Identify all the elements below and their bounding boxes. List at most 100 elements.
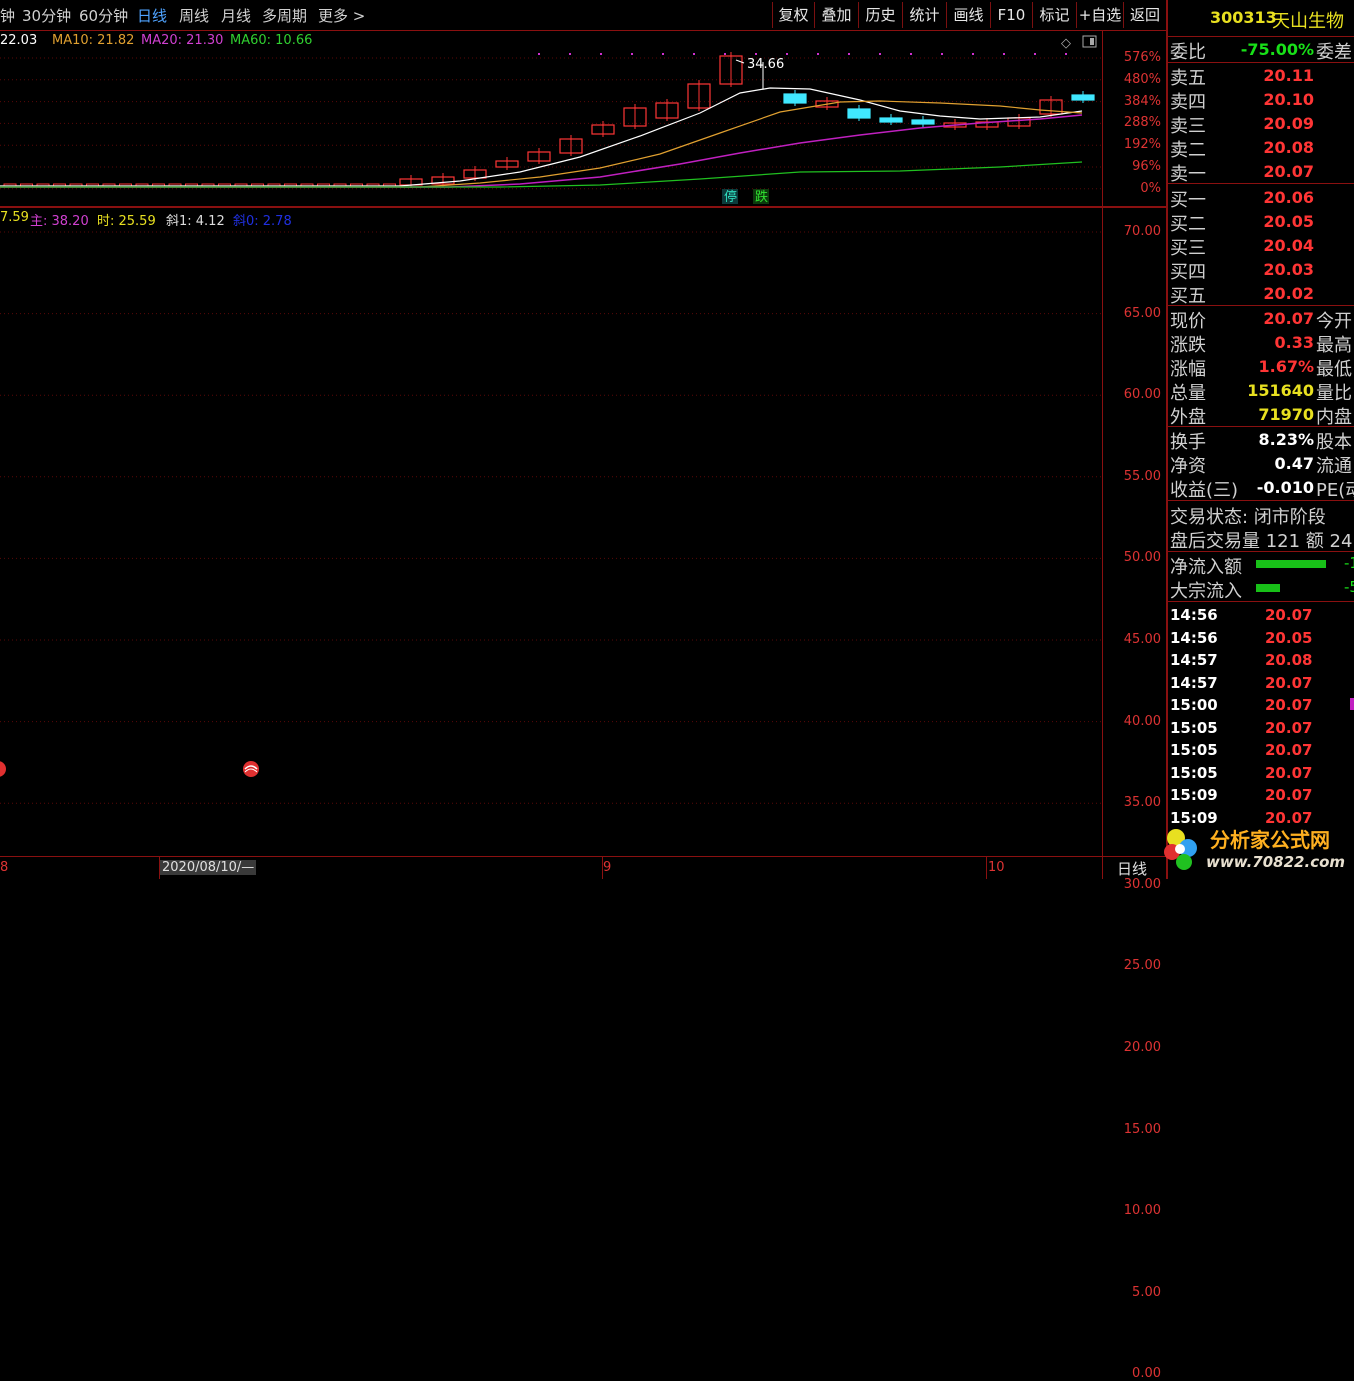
stat-row-value: 0.33 bbox=[1274, 333, 1314, 352]
add-watchlist-button[interactable]: +自选 bbox=[1076, 2, 1123, 28]
sell-level-5-label: 卖五 bbox=[1170, 68, 1206, 89]
weibi-label: 委比 bbox=[1170, 42, 1206, 63]
top-dot bbox=[755, 53, 757, 55]
indicator-axis-label: 5.00 bbox=[1132, 1284, 1161, 1300]
indicator-axis-label: 60.00 bbox=[1123, 387, 1161, 403]
stat-row-value: 20.07 bbox=[1263, 309, 1314, 328]
net-inflow-row: 净流入额 -1 bbox=[1170, 553, 1354, 578]
buy-level-1-label: 买一 bbox=[1170, 190, 1206, 211]
top-dot bbox=[724, 53, 726, 55]
block-inflow-label: 大宗流入 bbox=[1170, 581, 1242, 602]
price-axis[interactable]: 576% 480% 384% 288% 192% 96% 0% 70.00 65.00 60.0… bbox=[1102, 31, 1167, 1381]
tick-row: 14:56 20.07 bbox=[1170, 606, 1354, 628]
period-tab-weekly[interactable]: 周线 bbox=[179, 5, 209, 26]
fund-row: 净资 0.47 流通 bbox=[1170, 452, 1354, 477]
divider bbox=[1168, 183, 1354, 184]
trade-status: 交易状态: 闭市阶段 bbox=[1170, 503, 1354, 528]
site-watermark: 分析家公式网 www.70822.com bbox=[1158, 818, 1354, 879]
fund-row-value: -0.010 bbox=[1256, 478, 1314, 497]
period-tab-30min[interactable]: 30分钟 bbox=[22, 5, 71, 26]
top-dot bbox=[1003, 53, 1005, 55]
stats-button[interactable]: 统计 bbox=[902, 2, 946, 28]
period-tab-60min[interactable]: 60分钟 bbox=[79, 5, 128, 26]
ma60-line bbox=[0, 161, 1083, 188]
tick-price: 20.07 bbox=[1265, 696, 1313, 714]
kline-pane[interactable]: 22.03 MA10: 21.82 MA20: 21.30 MA60: 10.6… bbox=[0, 31, 1102, 206]
tick-time: 15:05 bbox=[1170, 763, 1218, 782]
indicator-axis-label: 35.00 bbox=[1123, 795, 1161, 811]
date-axis: 8 2020/08/10/— 9 10 日线 bbox=[0, 856, 1166, 880]
tick-price: 20.07 bbox=[1265, 741, 1313, 759]
sell-level-3-label: 卖三 bbox=[1170, 116, 1206, 137]
kline-axis-label: 0% bbox=[1140, 180, 1161, 196]
indicator-axis-label: 55.00 bbox=[1123, 468, 1161, 484]
f10-button[interactable]: F10 bbox=[990, 2, 1032, 28]
period-tab-more[interactable]: 更多 > bbox=[318, 5, 365, 26]
period-tab-minute[interactable]: 钟 bbox=[0, 5, 15, 26]
sell-level-2-label: 卖二 bbox=[1170, 140, 1206, 161]
sell-level-5: 卖五 20.11 bbox=[1170, 64, 1354, 89]
top-dot bbox=[693, 53, 695, 55]
kline-axis-label: 480% bbox=[1123, 71, 1161, 87]
date-tick bbox=[602, 857, 603, 879]
sell-level-3-value: 20.09 bbox=[1263, 114, 1314, 133]
sell-level-1-value: 20.07 bbox=[1263, 162, 1314, 181]
block-inflow-row: 大宗流入 -5 bbox=[1170, 577, 1354, 602]
top-dot bbox=[662, 53, 664, 55]
indicator-pane[interactable]: 7.59 主: 38.20 时: 25.59 斜1: 4.12 斜0: 2.78 bbox=[0, 208, 1102, 856]
panel-toggle-icon[interactable] bbox=[1082, 35, 1097, 48]
stat-row: 总量 151640 量比 bbox=[1170, 379, 1354, 404]
period-tab-monthly[interactable]: 月线 bbox=[221, 5, 251, 26]
overlay-button[interactable]: 叠加 bbox=[814, 2, 858, 28]
stat-row-value: 151640 bbox=[1247, 381, 1314, 400]
indicator-axis-label: 20.00 bbox=[1123, 1040, 1161, 1055]
draw-line-button[interactable]: 画线 bbox=[946, 2, 990, 28]
scroll-marker[interactable] bbox=[1350, 698, 1354, 710]
buy-level-5-value: 20.02 bbox=[1263, 284, 1314, 303]
period-tab-multi[interactable]: 多周期 bbox=[262, 5, 307, 26]
indicator-axis-label: 25.00 bbox=[1123, 958, 1161, 974]
buy-level-3-value: 20.04 bbox=[1263, 236, 1314, 255]
top-dot bbox=[879, 53, 881, 55]
after-hours: 盘后交易量 121 额 24 bbox=[1170, 527, 1354, 552]
diamond-icon[interactable]: ◇ bbox=[1061, 36, 1071, 51]
fuquan-button[interactable]: 复权 bbox=[772, 2, 814, 28]
history-button[interactable]: 历史 bbox=[858, 2, 902, 28]
stat-row-label: 涨跌 bbox=[1170, 335, 1206, 356]
fund-row: 换手 8.23% 股本 bbox=[1170, 428, 1354, 453]
top-dot bbox=[910, 53, 912, 55]
fund-row-value: 8.23% bbox=[1258, 430, 1314, 449]
stat-row: 涨幅 1.67% 最低 bbox=[1170, 355, 1354, 380]
limit-stop-marker: 停 bbox=[724, 189, 737, 205]
kline-axis-label: 96% bbox=[1132, 159, 1161, 174]
tick-row: 15:05 20.07 bbox=[1170, 764, 1354, 786]
stat-row-value: 1.67% bbox=[1258, 357, 1314, 376]
stat-row-value: 71970 bbox=[1258, 405, 1314, 424]
top-dot bbox=[972, 53, 974, 55]
quote-header: 300313 天山生物 bbox=[1168, 0, 1354, 37]
fund-row: 收益(三) -0.010PE(动 bbox=[1170, 476, 1354, 501]
top-dot bbox=[786, 53, 788, 55]
kline-axis-label: 384% bbox=[1123, 93, 1161, 109]
tick-time: 15:00 bbox=[1170, 696, 1218, 714]
tick-time: 15:05 bbox=[1170, 741, 1218, 759]
mark-button[interactable]: 标记 bbox=[1032, 2, 1076, 28]
sell-level-3: 卖三 20.09 bbox=[1170, 112, 1354, 137]
period-tab-daily[interactable]: 日线 bbox=[137, 5, 167, 26]
sell-level-4-value: 20.10 bbox=[1263, 90, 1314, 109]
top-dot bbox=[1065, 53, 1067, 55]
fall-marker: 跌 bbox=[755, 189, 768, 205]
indicator-chart bbox=[0, 231, 1102, 804]
period-indicator[interactable]: 日线 bbox=[1117, 858, 1147, 879]
buy-level-3: 买三 20.04 bbox=[1170, 234, 1354, 259]
buy-level-4-value: 20.03 bbox=[1263, 260, 1314, 279]
indicator-axis-label: 70.00 bbox=[1123, 224, 1161, 239]
indicator-axis-label: 15.00 bbox=[1123, 1121, 1161, 1137]
top-dot bbox=[1034, 53, 1036, 55]
tick-row: 15:05 20.07 bbox=[1170, 719, 1354, 741]
tick-time: 14:57 bbox=[1170, 673, 1218, 692]
tick-time: 14:57 bbox=[1170, 651, 1218, 669]
tick-row: 15:05 20.07 bbox=[1170, 741, 1354, 763]
date-label-sep: 9 bbox=[603, 860, 612, 875]
back-button[interactable]: 返回 bbox=[1123, 2, 1166, 28]
